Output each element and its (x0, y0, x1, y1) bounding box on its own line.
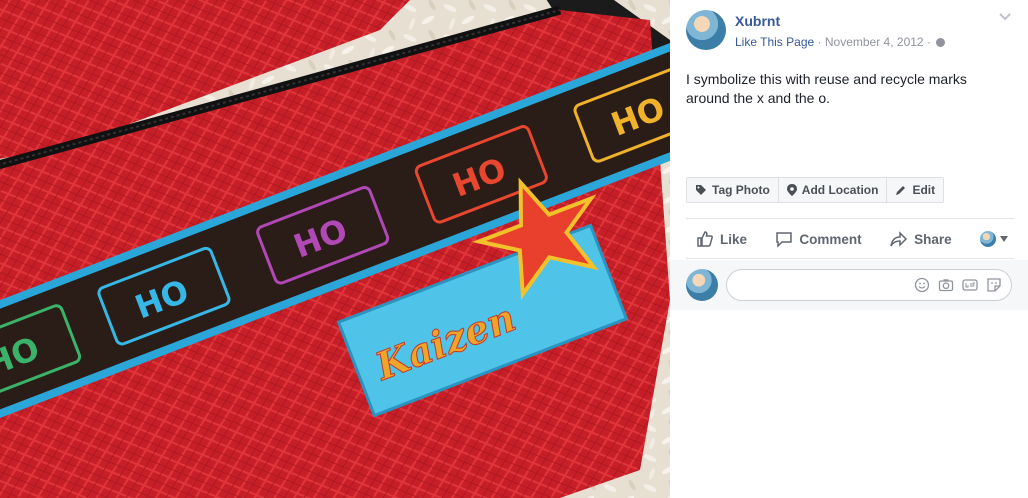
comment-input[interactable] (739, 276, 903, 296)
chevron-down-icon (999, 236, 1008, 242)
reaction-bar: Like Comment Share (696, 226, 1008, 252)
tag-photo-button[interactable]: Tag Photo (687, 178, 779, 202)
tag-photo-label: Tag Photo (712, 183, 770, 197)
photo-action-bar: Tag Photo Add Location Edit (686, 177, 945, 203)
comment-label: Comment (799, 231, 862, 247)
post-date[interactable]: November 4, 2012 (825, 35, 924, 49)
page-name-link[interactable]: Xubrnt (735, 13, 780, 29)
avatar (979, 231, 996, 247)
tag-icon (696, 185, 706, 195)
audience-selector[interactable] (979, 231, 1008, 247)
post-photo[interactable]: HO HO HO HO HO Kaizen (0, 0, 670, 498)
globe-icon (936, 38, 946, 47)
share-arrow-icon (890, 231, 908, 247)
like-label: Like (720, 231, 748, 247)
edit-button[interactable]: Edit (887, 178, 944, 202)
add-location-button[interactable]: Add Location (778, 178, 888, 202)
add-location-label: Add Location (801, 183, 879, 197)
comment-tools (913, 276, 1003, 294)
meta-separator: · (817, 35, 822, 49)
thumbs-up-icon (697, 231, 713, 247)
post-text: I symbolize this with reuse and recycle … (686, 71, 967, 106)
meta-separator: · (926, 35, 931, 49)
like-page-link[interactable]: Like This Page (735, 35, 814, 49)
comment-box[interactable] (726, 269, 1012, 301)
divider (686, 258, 1014, 259)
photo-illustration: HO HO HO HO HO Kaizen (0, 0, 670, 498)
avatar[interactable] (686, 269, 718, 301)
sticker-icon[interactable] (985, 276, 1003, 294)
camera-icon[interactable] (937, 276, 955, 294)
comment-button[interactable]: Comment (775, 230, 862, 248)
post-panel: Xubrnt Like This Page · November 4, 2012… (670, 0, 1028, 498)
location-pin-icon (786, 184, 797, 196)
like-button[interactable]: Like (696, 230, 747, 248)
gif-icon[interactable] (961, 276, 979, 294)
share-button[interactable]: Share (890, 230, 952, 248)
share-label: Share (914, 231, 952, 247)
page-avatar[interactable] (686, 10, 726, 50)
chevron-down-icon[interactable] (998, 12, 1012, 22)
divider (686, 218, 1014, 219)
pencil-icon (896, 186, 906, 195)
edit-label: Edit (912, 183, 936, 197)
comment-composer (670, 260, 1028, 310)
post-meta: Like This Page · November 4, 2012 · (735, 35, 946, 49)
comment-bubble-icon (776, 232, 793, 248)
emoji-icon[interactable] (913, 276, 931, 294)
